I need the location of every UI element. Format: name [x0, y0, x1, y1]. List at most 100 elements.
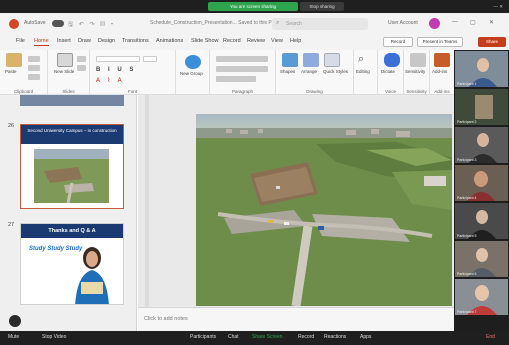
current-slide[interactable] — [196, 114, 452, 306]
file-name: Schedule_Construction_Presentation... Sa… — [150, 20, 276, 26]
user-name: User Account — [388, 20, 418, 26]
font-style-buttons[interactable]: B I U S — [96, 67, 136, 73]
stop-sharing-button[interactable]: Stop sharing — [300, 2, 344, 11]
voice-group-label: Voice — [384, 89, 396, 94]
stop-video-button[interactable]: Stop Video — [42, 334, 66, 340]
tab-file[interactable]: File — [16, 38, 25, 44]
tab-view[interactable]: View — [271, 38, 283, 44]
previous-slide-thumbnail[interactable] — [20, 95, 124, 106]
tab-animations[interactable]: Animations — [156, 38, 183, 44]
participants-button[interactable]: Participants — [190, 334, 216, 340]
slides-group: New Slide Slides — [48, 50, 90, 95]
arrange-label: Arrange — [301, 69, 318, 74]
participant-tile[interactable]: Participant 2 — [455, 89, 508, 125]
end-meeting-button[interactable]: End — [486, 334, 495, 340]
list-buttons[interactable] — [216, 56, 268, 62]
addins-group-label: Add-ins — [434, 89, 450, 94]
quick-access-toolbar[interactable]: 🖫 ↶ ↷ ▤ ▾ — [68, 20, 115, 30]
close-icon[interactable]: ✕ — [489, 19, 494, 26]
format-painter-icon[interactable] — [28, 74, 40, 80]
maximize-icon[interactable]: ▢ — [470, 19, 476, 26]
tab-insert[interactable]: Insert — [57, 38, 71, 44]
slide-27-body: Study Study Study — [21, 238, 123, 304]
clipboard-group: Paste Clipboard — [0, 50, 48, 95]
slide-thumbnail-26[interactable]: Second Uniwersity Campus – in constructi… — [20, 124, 124, 209]
font-group: B I U S A ⌇ A Font — [90, 50, 176, 95]
find-icon[interactable]: ⌕ — [358, 53, 374, 67]
font-group-label: Font — [127, 89, 137, 94]
share-screen-button[interactable]: Share Screen — [252, 334, 283, 340]
tab-home[interactable]: Home — [34, 38, 49, 46]
notes-placeholder[interactable]: Click to add notes — [144, 316, 188, 322]
share-button[interactable]: Share — [478, 37, 506, 47]
font-name-select[interactable] — [96, 56, 140, 62]
participant-tile[interactable]: Participant 7 — [455, 279, 508, 315]
minimize-icon[interactable]: — — [452, 19, 458, 25]
sharing-indicator: You are screen sharing — [208, 2, 298, 11]
reset-icon[interactable] — [77, 65, 86, 71]
tab-draw[interactable]: Draw — [78, 38, 91, 44]
autosave-toggle[interactable] — [52, 20, 64, 27]
participant-tile[interactable]: Participant 1 — [455, 51, 508, 87]
drawing-group-label: Drawing — [306, 89, 323, 94]
paste-icon[interactable] — [6, 53, 22, 67]
participant-tile[interactable]: Participant 6 — [455, 241, 508, 277]
slide-number-27: 27 — [8, 222, 15, 228]
arrange-icon[interactable] — [303, 53, 319, 67]
share-bar-controls[interactable]: — ✕ — [493, 2, 503, 11]
search-box[interactable]: ⌕ Search — [272, 18, 368, 30]
copy-icon[interactable] — [28, 65, 40, 71]
title-bar: AutoSave 🖫 ↶ ↷ ▤ ▾ Schedule_Construction… — [0, 13, 509, 35]
participant-name: Participant 7 — [457, 310, 477, 314]
text-direction-buttons[interactable] — [216, 76, 256, 82]
apps-button[interactable]: Apps — [360, 334, 371, 340]
record-meeting-button[interactable]: Record — [298, 334, 314, 340]
search-input[interactable]: Search — [286, 21, 302, 27]
font-size-select[interactable] — [143, 56, 157, 62]
avatar[interactable] — [429, 18, 440, 29]
font-color-buttons[interactable]: A ⌇ A — [96, 77, 125, 84]
slide-thumbnail-27[interactable]: Thanks and Q & A Study Study Study — [20, 223, 124, 305]
record-button[interactable]: Record — [383, 37, 413, 47]
slide-26-aerial-photo — [34, 149, 109, 203]
notes-pane[interactable]: Click to add notes — [138, 307, 454, 331]
participant-tile[interactable]: Participant 4 — [455, 165, 508, 201]
cut-icon[interactable] — [28, 56, 40, 62]
paragraph-group: Paragraph — [210, 50, 276, 95]
tab-design[interactable]: Design — [98, 38, 115, 44]
participant-name: Participant 1 — [457, 82, 477, 86]
tab-record[interactable]: Record — [223, 38, 241, 44]
present-in-teams-button[interactable]: Present in Teams — [417, 37, 463, 47]
sensitivity-icon[interactable] — [410, 53, 426, 67]
participant-name: Participant 4 — [457, 196, 477, 200]
search-icon: ⌕ — [276, 20, 280, 26]
add-ins-icon[interactable] — [434, 53, 450, 67]
mute-button[interactable]: Mute — [8, 334, 19, 340]
autosave-label: AutoSave — [24, 20, 46, 26]
tab-help[interactable]: Help — [290, 38, 301, 44]
new-slide-icon[interactable] — [57, 53, 73, 67]
tab-review[interactable]: Review — [247, 38, 265, 44]
paragraph-group-label: Paragraph — [231, 89, 253, 94]
slides-group-label: Slides — [62, 89, 75, 94]
new-group-group: New Group — [176, 50, 210, 95]
shapes-icon[interactable] — [282, 53, 298, 67]
powerpoint-logo-icon — [9, 19, 19, 29]
camera-preview-icon[interactable] — [9, 315, 21, 327]
slide-thumbnails-pane: 26 Second Uniwersity Campus – in constru… — [0, 95, 137, 331]
participant-tile[interactable]: Participant 5 — [455, 203, 508, 239]
dictate-icon[interactable] — [384, 53, 400, 67]
add-ins-label: Add-ins — [432, 69, 448, 74]
slide-editor-canvas[interactable] — [138, 95, 454, 307]
quick-styles-icon[interactable] — [324, 53, 340, 67]
align-buttons[interactable] — [216, 66, 268, 72]
screen-share-bar: You are screen sharing Stop sharing — ✕ — [0, 0, 509, 13]
reactions-button[interactable]: Reactions — [324, 334, 346, 340]
participant-tile[interactable]: Participant 3 — [455, 127, 508, 163]
tab-transitions[interactable]: Transitions — [122, 38, 149, 44]
tab-slide-show[interactable]: Slide Show — [191, 38, 219, 44]
chat-button[interactable]: Chat — [228, 334, 239, 340]
layout-icon[interactable] — [77, 56, 86, 62]
new-group-icon[interactable] — [185, 55, 201, 69]
drawing-group: Shapes Arrange Quick Styles Drawing — [276, 50, 354, 95]
